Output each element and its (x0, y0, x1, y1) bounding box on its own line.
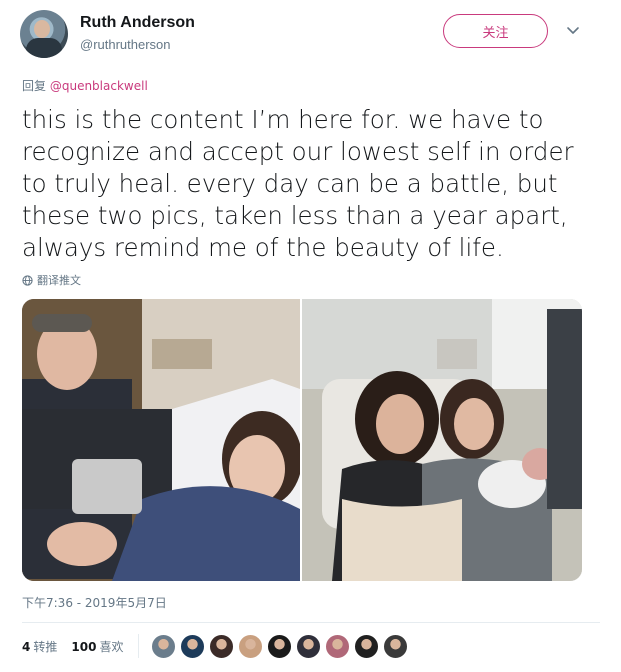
liker-avatar[interactable] (325, 634, 350, 659)
translate-tweet[interactable]: 翻译推文 (22, 272, 81, 288)
liker-avatar[interactable] (238, 634, 263, 659)
avatar-body (26, 38, 62, 58)
tweet-stats: 4 转推 100 喜欢 (22, 638, 123, 655)
follow-button[interactable]: 关注 (443, 14, 548, 48)
retweet-count: 4 (22, 640, 31, 654)
photo-family-baby[interactable] (302, 299, 582, 581)
avatar-face (34, 20, 50, 38)
retweet-stat[interactable]: 4 转推 (22, 638, 57, 655)
liker-avatar[interactable] (267, 634, 292, 659)
author-name[interactable]: Ruth Anderson (80, 14, 195, 32)
tweet-header: Ruth Anderson @ruthrutherson 关注 (20, 10, 600, 60)
like-stat[interactable]: 100 喜欢 (71, 638, 123, 655)
stats-vertical-divider (138, 634, 139, 658)
tweet-text: this is the content I’m here for. we hav… (22, 105, 574, 262)
like-label: 喜欢 (99, 640, 124, 654)
liker-avatar[interactable] (383, 634, 408, 659)
photo-hospital-bed-illustration (22, 299, 300, 581)
reply-context: 回复 @quenblackwell (22, 77, 148, 94)
retweet-label: 转推 (33, 640, 58, 654)
liker-avatar[interactable] (209, 634, 234, 659)
chevron-down-icon[interactable] (566, 24, 580, 38)
liker-avatar[interactable] (354, 634, 379, 659)
like-count: 100 (71, 640, 97, 654)
liker-avatar[interactable] (151, 634, 176, 659)
liker-avatar[interactable] (296, 634, 321, 659)
author-handle[interactable]: @ruthrutherson (80, 37, 171, 52)
globe-icon (22, 274, 33, 286)
author-avatar[interactable] (20, 10, 68, 58)
photo-hospital-bed[interactable] (22, 299, 300, 581)
reply-prefix: 回复 (22, 79, 47, 93)
tweet-media[interactable] (22, 299, 582, 581)
stats-divider (22, 622, 600, 623)
liker-avatar[interactable] (180, 634, 205, 659)
photo-family-baby-illustration (302, 299, 582, 581)
liker-avatars (151, 634, 408, 659)
tweet-timestamp[interactable]: 下午7:36 - 2019年5月7日 (22, 594, 167, 611)
reply-to-link[interactable]: @quenblackwell (50, 79, 148, 93)
translate-label: 翻译推文 (37, 274, 81, 287)
